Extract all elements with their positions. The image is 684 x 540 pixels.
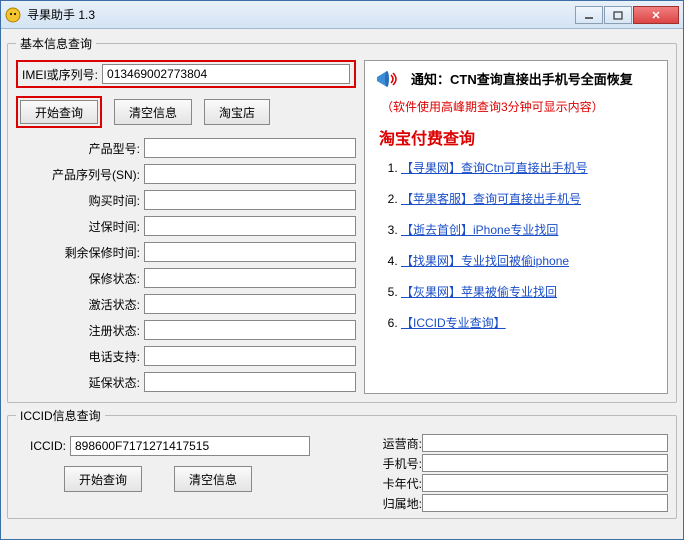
iccid-buttons: 开始查询 清空信息 [16,466,356,492]
iccid-row: ICCID: [16,436,356,456]
form-rows: 产品型号: 产品序列号(SN): 购买时间: 过保时间: 剩余保修时间: 保修状… [16,138,356,392]
iccid-legend: ICCID信息查询 [16,407,105,424]
list-item: 【逝去首创】iPhone专业找回 [401,221,661,238]
extended-warranty-label: 延保状态: [16,374,144,391]
taobao-button[interactable]: 淘宝店 [204,99,270,125]
activation-status-input[interactable] [144,294,356,314]
link-4[interactable]: 【找果网】专业找回被偷iphone [401,254,569,268]
warranty-expire-label: 过保时间: [16,218,144,235]
link-list: 【寻果网】查询Ctn可直接出手机号 【苹果客服】查询可直接出手机号 【逝去首创】… [401,159,661,331]
iccid-start-button[interactable]: 开始查询 [64,466,142,492]
remaining-warranty-input[interactable] [144,242,356,262]
imei-input[interactable] [102,64,350,84]
phone-support-label: 电话支持: [16,348,144,365]
list-item: 【灰果网】苹果被偷专业找回 [401,283,661,300]
minimize-button[interactable] [575,6,603,24]
notice-heading: 淘宝付费查询 [379,125,661,149]
megaphone-icon [373,67,401,91]
extended-warranty-input[interactable] [144,372,356,392]
phone-label: 手机号: [366,455,422,472]
registration-status-label: 注册状态: [16,322,144,339]
maximize-button[interactable] [604,6,632,24]
iccid-right: 运营商: 手机号: 卡年代: 归属地: [366,432,668,510]
list-item: 【ICCID专业查询】 [401,314,661,331]
window-controls [575,6,679,24]
remaining-warranty-label: 剩余保修时间: [16,244,144,261]
notice-panel: 通知：CTN查询直接出手机号全面恢复 （软件使用高峰期查询3分钟可显示内容） 淘… [364,60,668,394]
notice-subtitle: （软件使用高峰期查询3分钟可显示内容） [381,98,661,115]
iccid-clear-button[interactable]: 清空信息 [174,466,252,492]
warranty-status-label: 保修状态: [16,270,144,287]
client-area: 基本信息查询 IMEI或序列号: 开始查询 清空信息 淘宝店 产品型号: 产品序… [1,29,683,539]
phone-support-input[interactable] [144,346,356,366]
purchase-time-input[interactable] [144,190,356,210]
list-item: 【苹果客服】查询可直接出手机号 [401,190,661,207]
iccid-label: ICCID: [16,439,66,453]
purchase-time-label: 购买时间: [16,192,144,209]
app-window: 寻果助手 1.3 基本信息查询 IMEI或序列号: 开始查询 清空信息 淘宝店 [0,0,684,540]
card-year-label: 卡年代: [366,475,422,492]
link-5[interactable]: 【灰果网】苹果被偷专业找回 [401,285,557,299]
imei-row-highlight: IMEI或序列号: [16,60,356,88]
iccid-fieldset: ICCID信息查询 ICCID: 开始查询 清空信息 运营商: 手机号: 卡年代… [7,407,677,519]
warranty-status-input[interactable] [144,268,356,288]
warranty-expire-input[interactable] [144,216,356,236]
iccid-input[interactable] [70,436,310,456]
link-1[interactable]: 【寻果网】查询Ctn可直接出手机号 [401,161,588,175]
notice-title: 通知：CTN查询直接出手机号全面恢复 [411,69,661,88]
clear-info-button[interactable]: 清空信息 [114,99,192,125]
list-item: 【寻果网】查询Ctn可直接出手机号 [401,159,661,176]
phone-input[interactable] [422,454,668,472]
close-button[interactable] [633,6,679,24]
iccid-left: ICCID: 开始查询 清空信息 [16,432,356,510]
carrier-input[interactable] [422,434,668,452]
product-model-input[interactable] [144,138,356,158]
activation-status-label: 激活状态: [16,296,144,313]
region-label: 归属地: [366,495,422,512]
left-column: IMEI或序列号: 开始查询 清空信息 淘宝店 产品型号: 产品序列号(SN):… [16,60,356,394]
start-highlight: 开始查询 [16,96,102,128]
product-sn-label: 产品序列号(SN): [16,166,144,183]
basic-legend: 基本信息查询 [16,35,96,52]
carrier-label: 运营商: [366,435,422,452]
region-input[interactable] [422,494,668,512]
card-year-input[interactable] [422,474,668,492]
imei-label: IMEI或序列号: [22,66,98,83]
registration-status-input[interactable] [144,320,356,340]
basic-info-fieldset: 基本信息查询 IMEI或序列号: 开始查询 清空信息 淘宝店 产品型号: 产品序… [7,35,677,403]
start-query-button[interactable]: 开始查询 [20,100,98,124]
link-6[interactable]: 【ICCID专业查询】 [401,316,506,330]
app-icon [5,7,21,23]
product-sn-input[interactable] [144,164,356,184]
product-model-label: 产品型号: [16,140,144,157]
link-3[interactable]: 【逝去首创】iPhone专业找回 [401,223,558,237]
list-item: 【找果网】专业找回被偷iphone [401,252,661,269]
link-2[interactable]: 【苹果客服】查询可直接出手机号 [401,192,581,206]
titlebar[interactable]: 寻果助手 1.3 [1,1,683,29]
window-title: 寻果助手 1.3 [27,6,575,23]
button-row: 开始查询 清空信息 淘宝店 [16,96,356,128]
